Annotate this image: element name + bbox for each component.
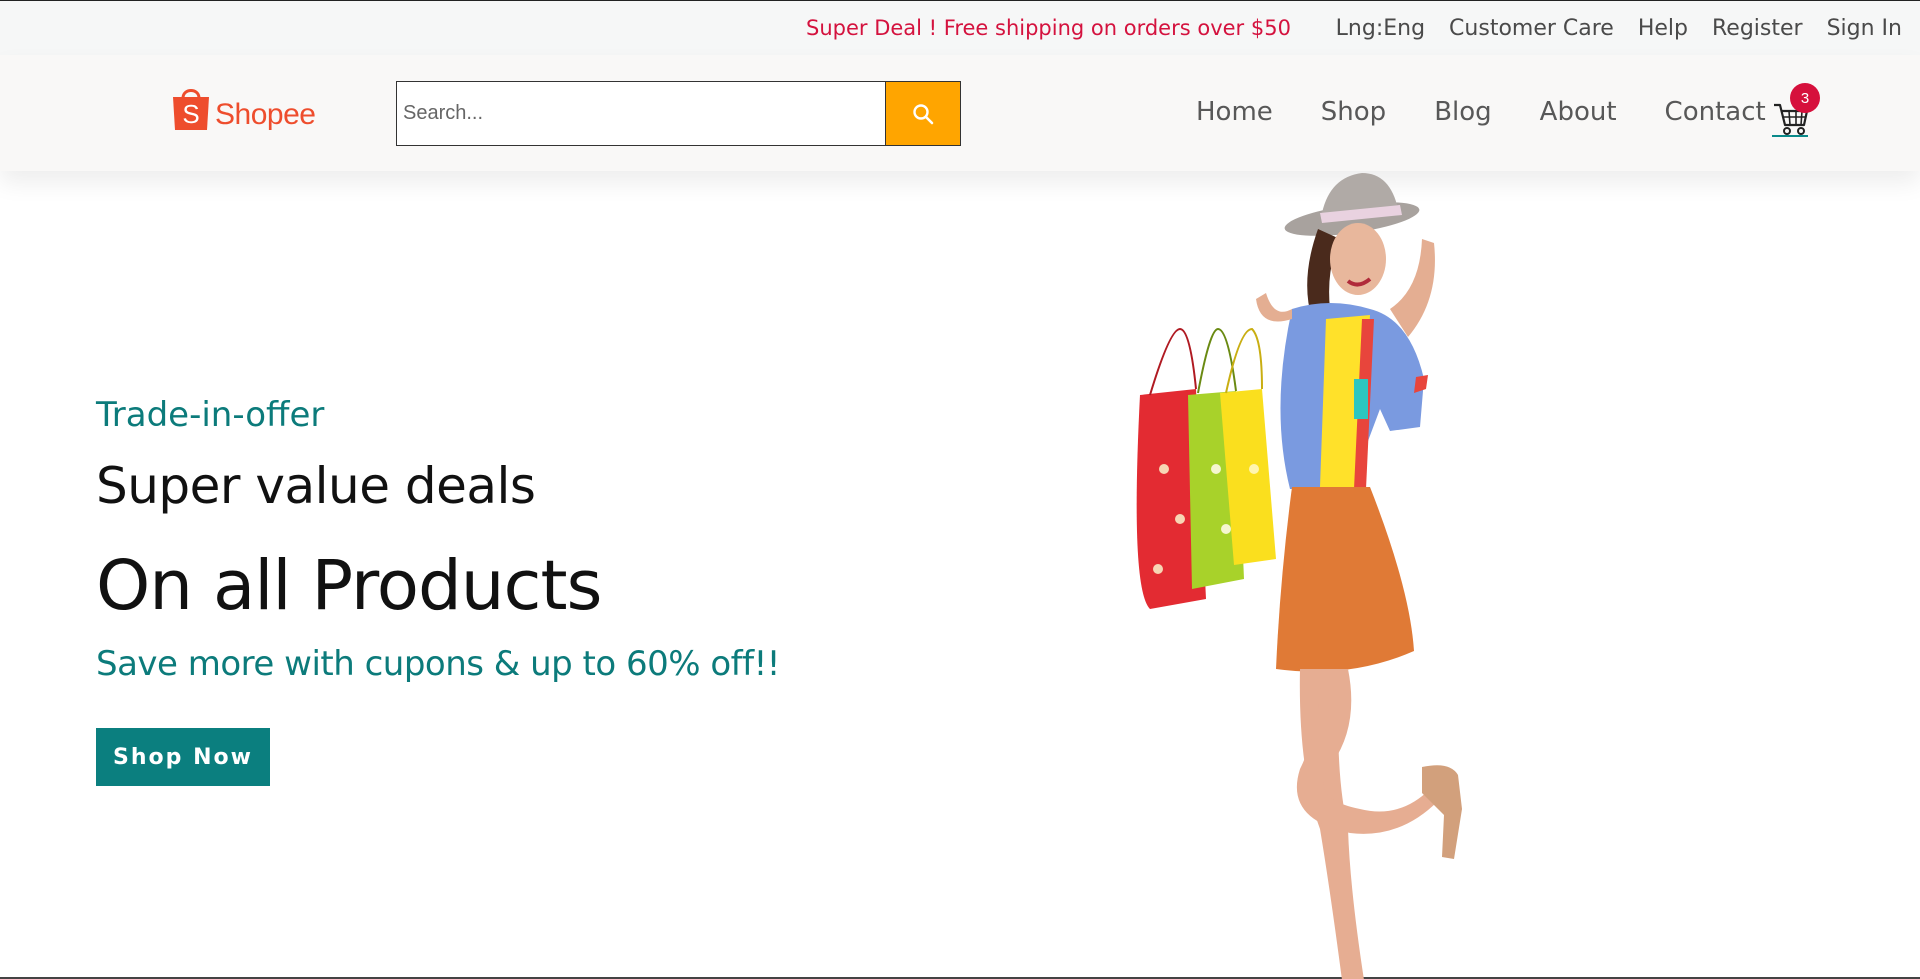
main-nav: Home Shop Blog About Contact (1196, 97, 1766, 127)
search-input[interactable] (396, 81, 886, 146)
hero-title: On all Products (96, 546, 602, 626)
nav-item-blog[interactable]: Blog (1434, 97, 1491, 127)
logo-letter: S (182, 99, 199, 129)
nav-item-home[interactable]: Home (1196, 97, 1273, 127)
shop-now-button[interactable]: Shop Now (96, 728, 270, 786)
cart-count-badge: 3 (1790, 83, 1820, 113)
promo-banner-text: Super Deal ! Free shipping on orders ove… (806, 16, 1291, 40)
nav-item-shop[interactable]: Shop (1321, 97, 1386, 127)
top-bar: Super Deal ! Free shipping on orders ove… (0, 1, 1920, 55)
register-link[interactable]: Register (1712, 16, 1803, 41)
hero-eyebrow: Trade-in-offer (96, 395, 325, 435)
sign-in-link[interactable]: Sign In (1827, 16, 1902, 41)
nav-item-contact[interactable]: Contact (1665, 97, 1766, 127)
shopee-logo[interactable]: S Shopee (170, 84, 316, 132)
language-selector[interactable]: Lng:Eng (1336, 16, 1425, 41)
help-link[interactable]: Help (1638, 16, 1688, 41)
cart-button[interactable]: 3 (1772, 83, 1820, 139)
search-button[interactable] (885, 81, 961, 146)
search-icon (913, 103, 934, 124)
nav-item-about[interactable]: About (1540, 97, 1617, 127)
hero-headline: Super value deals (96, 457, 536, 515)
shopping-bag-logo-icon: S (170, 84, 212, 132)
logo-text: Shopee (215, 98, 316, 131)
cart-active-underline (1772, 135, 1808, 137)
customer-care-link[interactable]: Customer Care (1449, 16, 1614, 41)
hero-model-image (1136, 173, 1462, 979)
top-links: Lng:Eng Customer Care Help Register Sign… (1336, 16, 1902, 41)
main-header: S Shopee Home Shop Blog About Contact 3 (0, 55, 1920, 171)
hero-subtitle: Save more with cupons & up to 60% off!! (96, 644, 780, 684)
